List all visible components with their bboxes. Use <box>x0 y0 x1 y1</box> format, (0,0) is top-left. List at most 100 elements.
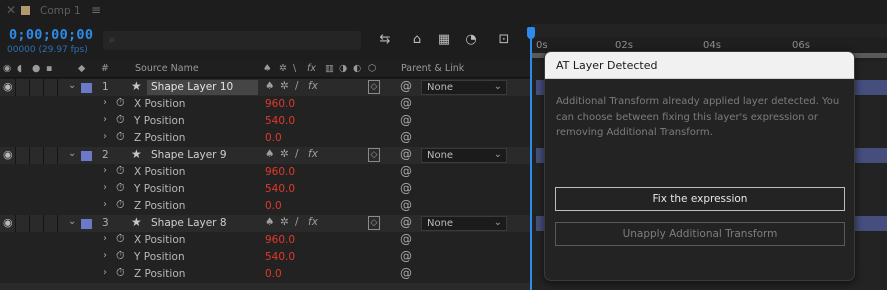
effects-switch-icon[interactable]: fx <box>307 63 316 74</box>
property-value[interactable]: 540.0 <box>265 115 295 127</box>
property-row[interactable]: › ⏱ X Position 960.0 @ <box>0 164 530 181</box>
collapse-switch-icon[interactable]: ✲ <box>280 148 289 160</box>
draft-3d-icon[interactable]: ⌂ <box>408 32 426 48</box>
property-value[interactable]: 960.0 <box>265 98 295 110</box>
collapse-switch-icon[interactable]: ✲ <box>280 216 289 228</box>
expand-chevron-icon[interactable]: › <box>103 233 107 244</box>
3d-layer-cube-icon[interactable]: ◇ <box>368 148 380 162</box>
property-row[interactable]: › ⏱ X Position 960.0 @ <box>0 96 530 113</box>
property-value[interactable]: 960.0 <box>265 166 295 178</box>
composition-tab-title[interactable]: Comp 1 <box>40 5 81 17</box>
property-value[interactable]: 960.0 <box>265 234 295 246</box>
layer-label-color[interactable] <box>81 83 92 93</box>
property-value[interactable]: 0.0 <box>265 132 282 144</box>
expression-pick-whip-icon[interactable]: @ <box>400 113 412 127</box>
stopwatch-icon[interactable]: ⏱ <box>116 198 125 212</box>
visibility-eye-icon[interactable]: ◉ <box>3 148 13 161</box>
source-name-column-header[interactable]: Source Name <box>135 63 199 74</box>
parent-dropdown[interactable]: None ⌄ <box>421 80 507 95</box>
property-row[interactable]: › ⏱ Y Position 540.0 @ <box>0 249 530 266</box>
graph-editor-icon[interactable]: ⊡ <box>495 32 513 48</box>
expression-pick-whip-icon[interactable]: @ <box>400 249 412 263</box>
stopwatch-icon[interactable]: ⏱ <box>116 249 125 263</box>
layer-search-input[interactable]: ⌕ <box>103 31 361 50</box>
quality-switch-icon[interactable]: / <box>295 216 299 228</box>
pick-whip-icon[interactable]: @ <box>400 79 412 93</box>
current-time-display[interactable]: 0;00;00;00 <box>9 27 93 43</box>
hash-column-header[interactable]: # <box>101 63 109 74</box>
shy-switch-icon[interactable]: ♠ <box>265 148 274 160</box>
parent-dropdown[interactable]: None ⌄ <box>421 148 507 163</box>
shy-switch-icon[interactable]: ♠ <box>265 80 274 92</box>
expression-pick-whip-icon[interactable]: @ <box>400 198 412 212</box>
visibility-eye-icon[interactable]: ◉ <box>3 216 13 229</box>
stopwatch-icon[interactable]: ⏱ <box>116 96 125 110</box>
expand-chevron-icon[interactable]: › <box>103 182 107 193</box>
solo-column-icon[interactable]: ● <box>32 63 40 74</box>
shy-switch-icon[interactable]: ♠ <box>263 63 272 74</box>
expand-chevron-icon[interactable]: › <box>103 250 107 261</box>
3d-layer-cube-icon[interactable]: ◇ <box>368 80 380 94</box>
expand-chevron-icon[interactable]: ⌄ <box>68 80 76 91</box>
property-row[interactable]: › ⏱ Z Position 0.0 @ <box>0 130 530 147</box>
layer-row[interactable]: ◉ ⌄ 3 ★ Shape Layer 8 ♠ ✲ / fx ◇ @ None ⌄ <box>0 215 530 232</box>
effects-switch-icon[interactable]: fx <box>308 148 318 160</box>
expression-pick-whip-icon[interactable]: @ <box>400 130 412 144</box>
audio-column-icon[interactable]: ◖ <box>17 63 22 74</box>
layer-label-color[interactable] <box>81 219 92 229</box>
composition-flowchart-icon[interactable]: ⇆ <box>376 32 394 48</box>
expand-chevron-icon[interactable]: › <box>103 199 107 210</box>
property-row[interactable]: › ⏱ Y Position 540.0 @ <box>0 113 530 130</box>
parent-dropdown[interactable]: None ⌄ <box>421 216 507 231</box>
property-row[interactable]: › ⏱ Y Position 540.0 @ <box>0 181 530 198</box>
expand-chevron-icon[interactable]: › <box>103 267 107 278</box>
quality-switch-icon[interactable]: / <box>295 80 299 92</box>
adjustment-switch-icon[interactable]: ◐ <box>353 63 361 74</box>
stopwatch-icon[interactable]: ⏱ <box>116 266 125 280</box>
close-tab-icon[interactable]: ✕ <box>6 3 16 17</box>
expression-pick-whip-icon[interactable]: @ <box>400 266 412 280</box>
current-time-indicator-head[interactable] <box>527 27 535 39</box>
lock-column-icon[interactable]: ▪ <box>46 63 52 74</box>
quality-switch-icon[interactable]: \ <box>293 63 296 74</box>
stopwatch-icon[interactable]: ⏱ <box>116 113 125 127</box>
current-time-indicator[interactable] <box>530 30 532 290</box>
pick-whip-icon[interactable]: @ <box>400 147 412 161</box>
layer-name[interactable]: Shape Layer 9 <box>147 148 258 163</box>
layer-row[interactable]: ◉ ⌄ 1 ★ Shape Layer 10 ♠ ✲ / fx ◇ @ None… <box>0 79 530 96</box>
effects-switch-icon[interactable]: fx <box>308 216 318 228</box>
collapse-switch-icon[interactable]: ✲ <box>279 63 287 74</box>
expand-chevron-icon[interactable]: ⌄ <box>68 148 76 159</box>
video-column-icon[interactable]: ◉ <box>3 63 11 74</box>
unapply-additional-transform-button[interactable]: Unapply Additional Transform <box>555 222 845 246</box>
3d-layer-cube-icon[interactable]: ◇ <box>368 216 380 230</box>
stopwatch-icon[interactable]: ⏱ <box>116 130 125 144</box>
expand-chevron-icon[interactable]: › <box>103 114 107 125</box>
shy-switch-icon[interactable]: ♠ <box>265 216 274 228</box>
quality-switch-icon[interactable]: / <box>295 148 299 160</box>
motion-blur-icon[interactable]: ◔ <box>462 32 480 48</box>
frame-blending-icon[interactable]: ▦ <box>435 32 453 48</box>
fix-expression-button[interactable]: Fix the expression <box>555 187 845 211</box>
stopwatch-icon[interactable]: ⏱ <box>116 232 125 246</box>
property-row[interactable]: › ⏱ X Position 960.0 @ <box>0 232 530 249</box>
effects-switch-icon[interactable]: fx <box>308 80 318 92</box>
layer-name[interactable]: Shape Layer 8 <box>147 216 258 231</box>
property-row[interactable]: › ⏱ Z Position 0.0 @ <box>0 266 530 283</box>
layer-row[interactable]: ◉ ⌄ 2 ★ Shape Layer 9 ♠ ✲ / fx ◇ @ None ⌄ <box>0 147 530 164</box>
property-value[interactable]: 540.0 <box>265 183 295 195</box>
pick-whip-icon[interactable]: @ <box>400 215 412 229</box>
expression-pick-whip-icon[interactable]: @ <box>400 232 412 246</box>
expand-chevron-icon[interactable]: › <box>103 97 107 108</box>
layer-name[interactable]: Shape Layer 10 <box>147 80 258 95</box>
expand-chevron-icon[interactable]: › <box>103 165 107 176</box>
property-row[interactable]: › ⏱ Z Position 0.0 @ <box>0 198 530 215</box>
property-value[interactable]: 540.0 <box>265 251 295 263</box>
collapse-switch-icon[interactable]: ✲ <box>280 80 289 92</box>
property-value[interactable]: 0.0 <box>265 268 282 280</box>
motion-blur-switch-icon[interactable]: ◑ <box>339 63 347 74</box>
expand-chevron-icon[interactable]: ⌄ <box>68 216 76 227</box>
expand-chevron-icon[interactable]: › <box>103 131 107 142</box>
expression-pick-whip-icon[interactable]: @ <box>400 181 412 195</box>
label-column-icon[interactable]: ◆ <box>78 63 85 74</box>
